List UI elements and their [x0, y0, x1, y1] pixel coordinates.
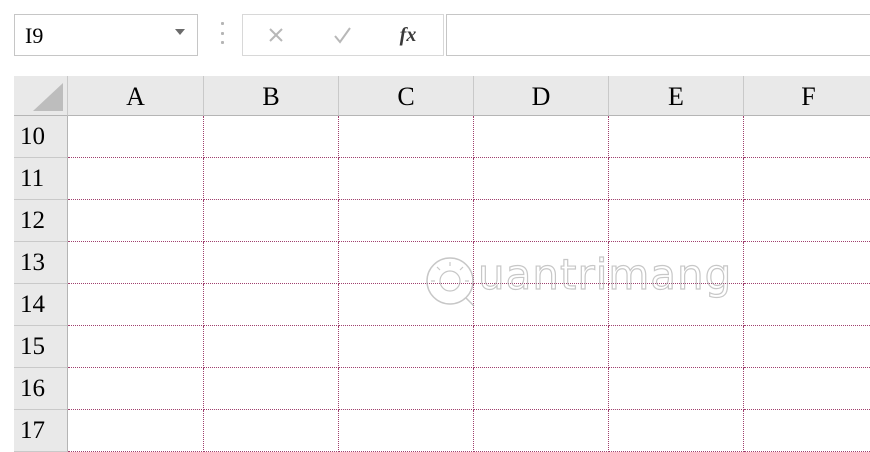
chevron-down-icon[interactable] [175, 29, 185, 35]
cell-f16[interactable] [744, 368, 870, 410]
cell-a12[interactable] [68, 200, 204, 242]
cell-c12[interactable] [339, 200, 474, 242]
row-header-11[interactable]: 11 [14, 158, 68, 200]
cell-a15[interactable] [68, 326, 204, 368]
cell-e16[interactable] [609, 368, 744, 410]
cell-e17[interactable] [609, 410, 744, 452]
name-box-value[interactable]: I9 [25, 23, 43, 49]
cell-f10[interactable] [744, 116, 870, 158]
row-header-14[interactable]: 14 [14, 284, 68, 326]
column-header-f[interactable]: F [744, 76, 870, 116]
cell-a10[interactable] [68, 116, 204, 158]
cell-b11[interactable] [204, 158, 339, 200]
cell-f17[interactable] [744, 410, 870, 452]
cell-f15[interactable] [744, 326, 870, 368]
cell-b13[interactable] [204, 242, 339, 284]
column-header-c[interactable]: C [339, 76, 474, 116]
column-header-e[interactable]: E [609, 76, 744, 116]
row-header-12[interactable]: 12 [14, 200, 68, 242]
cell-c13[interactable] [339, 242, 474, 284]
cell-d17[interactable] [474, 410, 609, 452]
grip-icon[interactable] [221, 22, 224, 44]
cell-f14[interactable] [744, 284, 870, 326]
cell-f13[interactable] [744, 242, 870, 284]
cell-d13[interactable] [474, 242, 609, 284]
cell-e14[interactable] [609, 284, 744, 326]
row-header-16[interactable]: 16 [14, 368, 68, 410]
cell-c15[interactable] [339, 326, 474, 368]
cell-d11[interactable] [474, 158, 609, 200]
cell-a16[interactable] [68, 368, 204, 410]
select-all-button[interactable] [14, 76, 68, 116]
cell-d16[interactable] [474, 368, 609, 410]
column-header-a[interactable]: A [68, 76, 204, 116]
cell-c14[interactable] [339, 284, 474, 326]
cell-f12[interactable] [744, 200, 870, 242]
cell-e12[interactable] [609, 200, 744, 242]
formula-bar: I9 fx [0, 0, 870, 76]
spreadsheet-grid: ABCDEF 10 11 12 13 14 15 16 17 uantrimang [0, 76, 870, 452]
cell-b16[interactable] [204, 368, 339, 410]
row-header-17[interactable]: 17 [14, 410, 68, 452]
cell-d10[interactable] [474, 116, 609, 158]
cell-a13[interactable] [68, 242, 204, 284]
cell-b15[interactable] [204, 326, 339, 368]
formula-input[interactable] [446, 14, 870, 56]
cell-e10[interactable] [609, 116, 744, 158]
cell-e13[interactable] [609, 242, 744, 284]
formula-buttons: fx [242, 14, 444, 56]
column-header-d[interactable]: D [474, 76, 609, 116]
insert-function-button[interactable]: fx [383, 15, 433, 55]
cell-c16[interactable] [339, 368, 474, 410]
cell-f11[interactable] [744, 158, 870, 200]
cell-a11[interactable] [68, 158, 204, 200]
cell-a17[interactable] [68, 410, 204, 452]
cell-b14[interactable] [204, 284, 339, 326]
cell-b12[interactable] [204, 200, 339, 242]
cell-c11[interactable] [339, 158, 474, 200]
cell-d12[interactable] [474, 200, 609, 242]
cell-c17[interactable] [339, 410, 474, 452]
cell-d15[interactable] [474, 326, 609, 368]
enter-icon[interactable] [317, 15, 367, 55]
select-all-icon [33, 83, 63, 111]
cell-d14[interactable] [474, 284, 609, 326]
cell-c10[interactable] [339, 116, 474, 158]
cell-e11[interactable] [609, 158, 744, 200]
name-box[interactable]: I9 [14, 14, 198, 56]
row-header-13[interactable]: 13 [14, 242, 68, 284]
row-header-10[interactable]: 10 [14, 116, 68, 158]
cell-e15[interactable] [609, 326, 744, 368]
column-header-b[interactable]: B [204, 76, 339, 116]
row-header-15[interactable]: 15 [14, 326, 68, 368]
cell-b17[interactable] [204, 410, 339, 452]
cancel-icon[interactable] [251, 15, 301, 55]
cells-area[interactable] [68, 116, 870, 452]
cell-a14[interactable] [68, 284, 204, 326]
cell-b10[interactable] [204, 116, 339, 158]
